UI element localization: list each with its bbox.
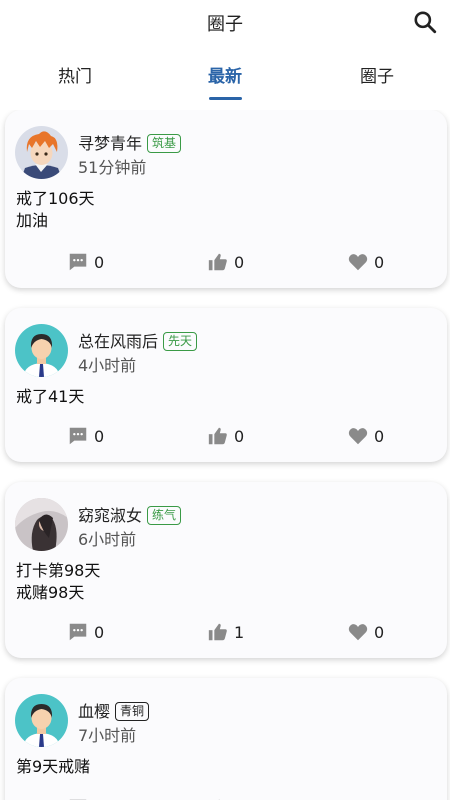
comment-button[interactable] bbox=[67, 795, 94, 800]
comment-count: 0 bbox=[94, 622, 105, 642]
post-card[interactable]: 总在风雨后 先天 4小时前 戒了41天 0 0 0 bbox=[5, 308, 447, 462]
post-actions bbox=[5, 795, 447, 800]
comment-count: 0 bbox=[94, 252, 105, 272]
thumbs-up-icon bbox=[208, 623, 227, 641]
favorite-button[interactable] bbox=[347, 795, 374, 800]
like-count: 0 bbox=[234, 426, 245, 446]
thumbs-up-icon bbox=[208, 427, 227, 445]
comment-button[interactable]: 0 bbox=[67, 249, 104, 275]
post-feed[interactable]: 寻梦青年 筑基 51分钟前 戒了106天 加油 0 0 0 总在风雨后 先天 4… bbox=[0, 110, 450, 800]
post-content[interactable]: 戒了106天 加油 bbox=[16, 188, 95, 232]
post-actions: 0 0 0 bbox=[5, 423, 447, 449]
comment-button[interactable]: 0 bbox=[67, 423, 104, 449]
rank-badge: 先天 bbox=[163, 332, 198, 351]
like-button[interactable]: 0 bbox=[207, 423, 244, 449]
rank-badge: 青铜 bbox=[115, 702, 150, 721]
search-icon[interactable] bbox=[412, 9, 438, 35]
tab-hot[interactable]: 热门 bbox=[0, 56, 150, 100]
heart-icon bbox=[348, 624, 368, 641]
post-time: 51分钟前 bbox=[78, 158, 147, 177]
rank-badge: 筑基 bbox=[147, 134, 182, 153]
top-bar: 圈子 bbox=[0, 0, 450, 44]
tab-bar: 热门 最新 圈子 bbox=[0, 56, 450, 106]
avatar[interactable] bbox=[15, 126, 68, 179]
post-actions: 0 0 0 bbox=[5, 249, 447, 275]
favorite-count: 0 bbox=[374, 252, 385, 272]
like-button[interactable]: 0 bbox=[207, 249, 244, 275]
post-content[interactable]: 戒了41天 bbox=[16, 386, 84, 408]
tab-circles[interactable]: 圈子 bbox=[302, 56, 450, 100]
heart-icon bbox=[348, 254, 368, 271]
avatar[interactable] bbox=[15, 694, 68, 747]
post-author[interactable]: 总在风雨后 先天 bbox=[78, 328, 198, 352]
avatar[interactable] bbox=[15, 324, 68, 377]
like-count: 1 bbox=[234, 622, 245, 642]
post-card[interactable]: 血樱 青铜 7小时前 第9天戒赌 bbox=[5, 678, 447, 800]
post-content[interactable]: 打卡第98天 戒赌98天 bbox=[16, 560, 100, 604]
like-button[interactable]: 1 bbox=[207, 619, 244, 645]
post-author[interactable]: 血樱 青铜 bbox=[78, 698, 150, 722]
post-time: 7小时前 bbox=[78, 726, 137, 745]
post-card[interactable]: 寻梦青年 筑基 51分钟前 戒了106天 加油 0 0 0 bbox=[5, 110, 447, 288]
heart-icon bbox=[348, 428, 368, 445]
active-tab-indicator bbox=[209, 97, 242, 100]
rank-badge: 练气 bbox=[147, 506, 182, 525]
comment-count: 0 bbox=[94, 426, 105, 446]
post-author[interactable]: 寻梦青年 筑基 bbox=[78, 130, 182, 154]
favorite-button[interactable]: 0 bbox=[347, 619, 384, 645]
post-actions: 0 1 0 bbox=[5, 619, 447, 645]
comment-icon bbox=[69, 253, 87, 271]
post-author[interactable]: 窈窕淑女 练气 bbox=[78, 502, 182, 526]
post-content[interactable]: 第9天戒赌 bbox=[16, 756, 90, 778]
favorite-button[interactable]: 0 bbox=[347, 423, 384, 449]
like-button[interactable] bbox=[207, 795, 234, 800]
thumbs-up-icon bbox=[208, 253, 227, 271]
comment-icon bbox=[69, 427, 87, 445]
tab-latest[interactable]: 最新 bbox=[150, 56, 300, 100]
page-title: 圈子 bbox=[207, 14, 243, 35]
post-time: 4小时前 bbox=[78, 356, 137, 375]
post-card[interactable]: 窈窕淑女 练气 6小时前 打卡第98天 戒赌98天 0 1 0 bbox=[5, 482, 447, 658]
favorite-count: 0 bbox=[374, 426, 385, 446]
comment-icon bbox=[69, 623, 87, 641]
favorite-count: 0 bbox=[374, 622, 385, 642]
favorite-button[interactable]: 0 bbox=[347, 249, 384, 275]
avatar[interactable] bbox=[15, 498, 68, 551]
like-count: 0 bbox=[234, 252, 245, 272]
post-time: 6小时前 bbox=[78, 530, 137, 549]
comment-button[interactable]: 0 bbox=[67, 619, 104, 645]
